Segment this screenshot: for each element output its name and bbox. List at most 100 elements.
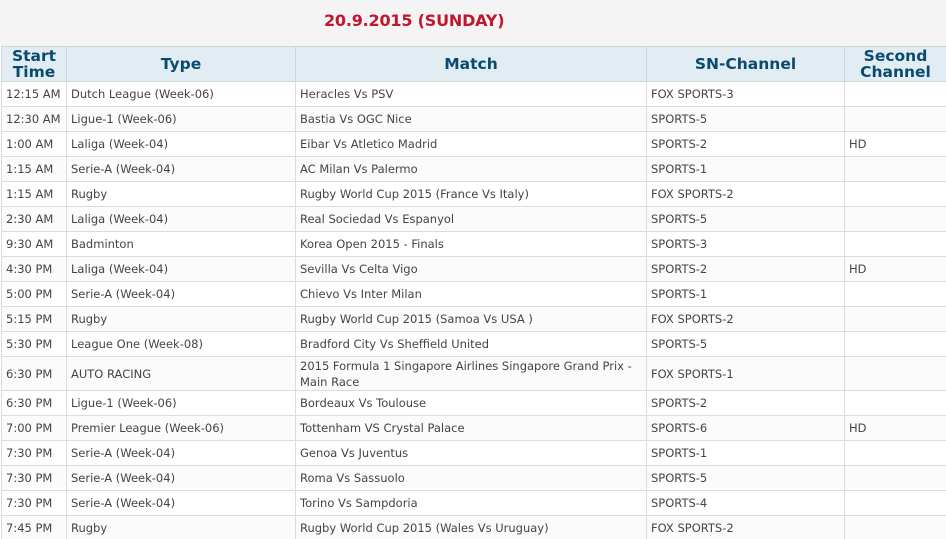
cell-sn-channel: FOX SPORTS-2 <box>646 306 845 332</box>
cell-sn-channel: SPORTS-5 <box>646 465 845 491</box>
cell-second-channel <box>844 356 946 391</box>
table-row: 7:30 PM Serie-A (Week-04) Roma Vs Sassuolo… <box>1 465 946 491</box>
cell-start-time: 12:30 AM <box>1 106 67 132</box>
cell-type: AUTO RACING <box>66 356 296 391</box>
table-row: 7:00 PM Premier League (Week-06) Tottenham… <box>1 415 946 441</box>
cell-match: Rugby World Cup 2015 (Wales Vs Uruguay) <box>295 515 647 539</box>
cell-type: League One (Week-08) <box>66 331 296 357</box>
table-row: 5:15 PM Rugby Rugby World Cup 2015 (Samoa … <box>1 306 946 332</box>
cell-sn-channel: SPORTS-4 <box>646 490 845 516</box>
cell-start-time: 1:00 AM <box>1 131 67 157</box>
cell-second-channel <box>844 331 946 357</box>
cell-match: Heracles Vs PSV <box>295 81 647 107</box>
cell-type: Serie-A (Week-04) <box>66 440 296 466</box>
cell-start-time: 7:45 PM <box>1 515 67 539</box>
cell-type: Badminton <box>66 231 296 257</box>
cell-start-time: 4:30 PM <box>1 256 67 282</box>
cell-start-time: 2:30 AM <box>1 206 67 232</box>
table-row: 7:30 PM Serie-A (Week-04) Torino Vs Sampdo… <box>1 490 946 516</box>
cell-start-time: 1:15 AM <box>1 156 67 182</box>
table-header-row: Start Time Type Match SN-Channel Second Ch… <box>1 46 946 82</box>
cell-start-time: 5:00 PM <box>1 281 67 307</box>
cell-type: Rugby <box>66 515 296 539</box>
cell-sn-channel: FOX SPORTS-1 <box>646 356 845 391</box>
cell-type: Serie-A (Week-04) <box>66 465 296 491</box>
cell-type: Rugby <box>66 306 296 332</box>
cell-type: Laliga (Week-04) <box>66 206 296 232</box>
schedule-table: Start Time Type Match SN-Channel Second Ch… <box>1 46 946 539</box>
cell-type: Laliga (Week-04) <box>66 131 296 157</box>
cell-type: Ligue-1 (Week-06) <box>66 390 296 416</box>
table-row: 2:30 AM Laliga (Week-04) Real Sociedad Vs … <box>1 206 946 232</box>
cell-type: Rugby <box>66 181 296 207</box>
cell-sn-channel: SPORTS-1 <box>646 281 845 307</box>
header-type: Type <box>66 46 296 82</box>
cell-match: Roma Vs Sassuolo <box>295 465 647 491</box>
cell-sn-channel: SPORTS-5 <box>646 331 845 357</box>
cell-match: 2015 Formula 1 Singapore Airlines Singap… <box>295 356 647 391</box>
cell-sn-channel: SPORTS-2 <box>646 131 845 157</box>
cell-type: Dutch League (Week-06) <box>66 81 296 107</box>
header-second-channel-line2: Channel <box>860 63 931 81</box>
cell-sn-channel: FOX SPORTS-3 <box>646 81 845 107</box>
cell-second-channel <box>844 181 946 207</box>
cell-match: Bradford City Vs Sheffield United <box>295 331 647 357</box>
table-row: 1:15 AM Rugby Rugby World Cup 2015 (France… <box>1 181 946 207</box>
cell-start-time: 5:15 PM <box>1 306 67 332</box>
cell-second-channel: HD <box>844 256 946 282</box>
header-start-time: Start Time <box>1 46 67 82</box>
table-row: 6:30 PM AUTO RACING 2015 Formula 1 Singapo… <box>1 356 946 391</box>
cell-match: Tottenham VS Crystal Palace <box>295 415 647 441</box>
schedule-body: 12:15 AM Dutch League (Week-06) Heracles V… <box>1 81 946 539</box>
table-row: 9:30 AM Badminton Korea Open 2015 - Finals… <box>1 231 946 257</box>
cell-type: Laliga (Week-04) <box>66 256 296 282</box>
cell-second-channel <box>844 390 946 416</box>
table-row: 1:15 AM Serie-A (Week-04) AC Milan Vs Pale… <box>1 156 946 182</box>
cell-match: Genoa Vs Juventus <box>295 440 647 466</box>
header-sn-channel: SN-Channel <box>646 46 845 82</box>
schedule-page: 20.9.2015 (SUNDAY) Start Time Type Match … <box>0 0 946 539</box>
cell-sn-channel: FOX SPORTS-2 <box>646 515 845 539</box>
cell-sn-channel: SPORTS-2 <box>646 256 845 282</box>
cell-match: Korea Open 2015 - Finals <box>295 231 647 257</box>
cell-type: Serie-A (Week-04) <box>66 281 296 307</box>
cell-start-time: 7:00 PM <box>1 415 67 441</box>
cell-type: Premier League (Week-06) <box>66 415 296 441</box>
cell-sn-channel: SPORTS-2 <box>646 390 845 416</box>
cell-type: Ligue-1 (Week-06) <box>66 106 296 132</box>
cell-type: Serie-A (Week-04) <box>66 490 296 516</box>
cell-second-channel <box>844 281 946 307</box>
table-row: 4:30 PM Laliga (Week-04) Sevilla Vs Celta … <box>1 256 946 282</box>
date-banner: 20.9.2015 (SUNDAY) <box>0 0 946 46</box>
cell-type: Serie-A (Week-04) <box>66 156 296 182</box>
header-start-time-line2: Time <box>12 63 56 81</box>
cell-start-time: 7:30 PM <box>1 490 67 516</box>
table-row: 5:30 PM League One (Week-08) Bradford City… <box>1 331 946 357</box>
header-second-channel: Second Channel <box>844 46 946 82</box>
cell-start-time: 9:30 AM <box>1 231 67 257</box>
cell-second-channel <box>844 490 946 516</box>
cell-second-channel <box>844 515 946 539</box>
cell-start-time: 5:30 PM <box>1 331 67 357</box>
table-row: 1:00 AM Laliga (Week-04) Eibar Vs Atletico… <box>1 131 946 157</box>
table-row: 7:30 PM Serie-A (Week-04) Genoa Vs Juventu… <box>1 440 946 466</box>
cell-second-channel <box>844 156 946 182</box>
cell-second-channel <box>844 465 946 491</box>
table-row: 12:30 AM Ligue-1 (Week-06) Bastia Vs OGC N… <box>1 106 946 132</box>
cell-match: Rugby World Cup 2015 (France Vs Italy) <box>295 181 647 207</box>
cell-sn-channel: SPORTS-5 <box>646 106 845 132</box>
cell-sn-channel: SPORTS-5 <box>646 206 845 232</box>
cell-sn-channel: SPORTS-6 <box>646 415 845 441</box>
cell-start-time: 1:15 AM <box>1 181 67 207</box>
cell-sn-channel: FOX SPORTS-2 <box>646 181 845 207</box>
date-title: 20.9.2015 (SUNDAY) <box>324 11 505 30</box>
cell-sn-channel: SPORTS-1 <box>646 156 845 182</box>
cell-second-channel <box>844 306 946 332</box>
cell-match: Sevilla Vs Celta Vigo <box>295 256 647 282</box>
cell-second-channel <box>844 106 946 132</box>
table-row: 7:45 PM Rugby Rugby World Cup 2015 (Wales … <box>1 515 946 539</box>
table-row: 12:15 AM Dutch League (Week-06) Heracles V… <box>1 81 946 107</box>
cell-second-channel <box>844 231 946 257</box>
cell-sn-channel: SPORTS-1 <box>646 440 845 466</box>
cell-match: Torino Vs Sampdoria <box>295 490 647 516</box>
